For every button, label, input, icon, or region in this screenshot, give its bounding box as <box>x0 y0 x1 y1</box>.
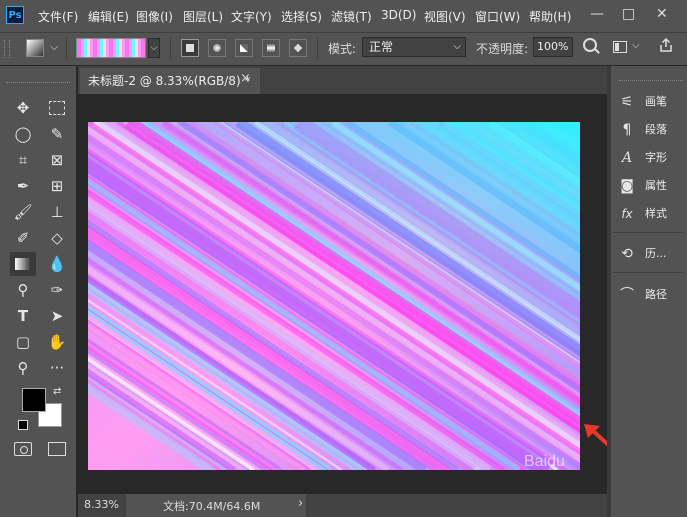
document-info: 文档:70.4M/64.6M <box>163 500 261 513</box>
close-button[interactable]: ✕ <box>656 6 668 22</box>
angle-gradient-button[interactable] <box>235 39 253 57</box>
zoom-level[interactable]: 8.33% <box>84 498 119 511</box>
lasso-tool-icon[interactable]: ◯ <box>10 122 36 146</box>
minimize-button[interactable]: — <box>590 6 604 22</box>
chevron-down-icon[interactable]: ⌵ <box>50 40 58 54</box>
divider <box>170 37 171 59</box>
dodge-tool-icon[interactable]: ⚲ <box>10 278 36 302</box>
panel-item-history[interactable]: ⟲ 历... <box>617 242 683 266</box>
radial-gradient-button[interactable] <box>208 39 226 57</box>
paragraph-icon: ¶ <box>622 122 632 138</box>
move-tool-icon[interactable]: ✥ <box>10 96 36 120</box>
menu-view[interactable]: 视图(V) <box>424 8 466 25</box>
foreground-color-swatch[interactable] <box>22 388 46 412</box>
panel-item-paths[interactable]: ⌒ 路径 <box>617 283 683 307</box>
path-selection-tool-icon[interactable]: ➤ <box>44 304 70 328</box>
workspace-icon[interactable] <box>613 41 627 53</box>
chevron-down-icon: ⌵ <box>453 41 461 52</box>
photoshop-logo: Ps <box>6 6 24 24</box>
mode-label: 模式: <box>328 42 357 56</box>
more-tools-icon[interactable]: ··· <box>44 356 70 380</box>
panel-item-paragraph[interactable]: ¶ 段落 <box>617 118 683 142</box>
paths-icon: ⌒ <box>620 287 634 303</box>
diamond-gradient-button[interactable] <box>289 39 307 57</box>
type-tool-icon[interactable]: T <box>10 304 36 328</box>
blend-mode-select[interactable]: 正常 ⌵ <box>362 37 466 57</box>
share-icon[interactable] <box>659 37 673 52</box>
clone-stamp-tool-icon[interactable]: ⊥ <box>44 200 70 224</box>
marquee-tool-icon[interactable] <box>44 96 70 120</box>
panel-grip[interactable] <box>619 80 683 85</box>
gradient-tool-preset-icon[interactable] <box>26 39 44 57</box>
eraser-tool-icon[interactable]: ◇ <box>44 226 70 250</box>
zoom-tool-icon[interactable]: ⚲ <box>10 356 36 380</box>
gradient-tool-icon[interactable] <box>10 252 36 276</box>
toolbar-grip[interactable] <box>6 82 70 87</box>
menu-filter[interactable]: 滤镜(T) <box>331 8 372 25</box>
brush-settings-icon: ⚟ <box>620 94 634 110</box>
quick-selection-tool-icon[interactable]: ✎ <box>44 122 70 146</box>
pen-tool-icon[interactable]: ✑ <box>44 278 70 302</box>
divider <box>317 37 318 59</box>
close-tab-icon[interactable]: × <box>240 71 251 86</box>
styles-icon: fx <box>621 207 633 221</box>
panel-item-properties[interactable]: ◙ 属性 <box>617 174 683 198</box>
menu-help[interactable]: 帮助(H) <box>529 8 571 25</box>
document-canvas[interactable]: Baidu <box>88 122 580 470</box>
menu-file[interactable]: 文件(F) <box>38 8 78 25</box>
crop-tool-icon[interactable]: ⌗ <box>10 148 36 172</box>
chevron-down-icon[interactable]: ⌵ <box>632 40 640 51</box>
gradient-artwork: Baidu <box>88 122 580 470</box>
linear-gradient-button[interactable] <box>181 39 199 57</box>
status-menu-arrow-icon[interactable]: › <box>298 496 303 511</box>
watermark-text: Baidu <box>524 453 565 470</box>
glyphs-icon: A <box>621 150 633 166</box>
frame-tool-icon[interactable]: ⊠ <box>44 148 70 172</box>
menu-window[interactable]: 窗口(W) <box>475 8 520 25</box>
reflected-gradient-button[interactable] <box>262 39 280 57</box>
document-tab[interactable]: 未标题-2 @ 8.33%(RGB/8) * <box>80 68 260 94</box>
eyedropper-tool-icon[interactable]: ✒ <box>10 174 36 198</box>
gradient-picker-chevron-icon[interactable]: ⌵ <box>148 38 160 58</box>
maximize-button[interactable]: □ <box>622 6 635 22</box>
options-grip[interactable] <box>4 40 10 58</box>
gradient-picker[interactable] <box>76 38 146 58</box>
divider <box>613 232 683 233</box>
screen-mode-icon[interactable] <box>48 442 66 456</box>
opacity-label: 不透明度: <box>476 42 529 56</box>
menu-layer[interactable]: 图层(L) <box>183 8 223 25</box>
blend-mode-value: 正常 <box>369 40 394 54</box>
default-colors-icon[interactable] <box>18 420 28 430</box>
divider <box>613 272 683 273</box>
menu-select[interactable]: 选择(S) <box>281 8 322 25</box>
opacity-input[interactable]: 100% <box>533 37 573 57</box>
menu-3d[interactable]: 3D(D) <box>381 8 416 22</box>
blur-tool-icon[interactable]: 💧 <box>44 252 70 276</box>
divider <box>66 37 67 59</box>
panel-item-glyphs[interactable]: A 字形 <box>617 146 683 170</box>
history-icon: ⟲ <box>621 246 633 262</box>
menu-edit[interactable]: 编辑(E) <box>88 8 129 25</box>
quick-mask-icon[interactable] <box>14 442 32 456</box>
properties-icon: ◙ <box>620 178 634 194</box>
document-tab-title: 未标题-2 @ 8.33%(RGB/8) * <box>88 74 251 88</box>
menu-image[interactable]: 图像(I) <box>136 8 173 25</box>
spot-healing-tool-icon[interactable]: ⊞ <box>44 174 70 198</box>
hand-tool-icon[interactable]: ✋ <box>44 330 70 354</box>
history-brush-tool-icon[interactable]: ✐ <box>10 226 36 250</box>
menu-type[interactable]: 文字(Y) <box>231 8 272 25</box>
panel-item-styles[interactable]: fx 样式 <box>617 202 683 226</box>
brush-tool-icon[interactable]: 🖌 <box>10 200 36 224</box>
swap-colors-icon[interactable]: ⇄ <box>53 386 61 397</box>
rectangle-tool-icon[interactable]: ▢ <box>10 330 36 354</box>
panel-item-brush-settings[interactable]: ⚟ 画笔 <box>617 90 683 114</box>
